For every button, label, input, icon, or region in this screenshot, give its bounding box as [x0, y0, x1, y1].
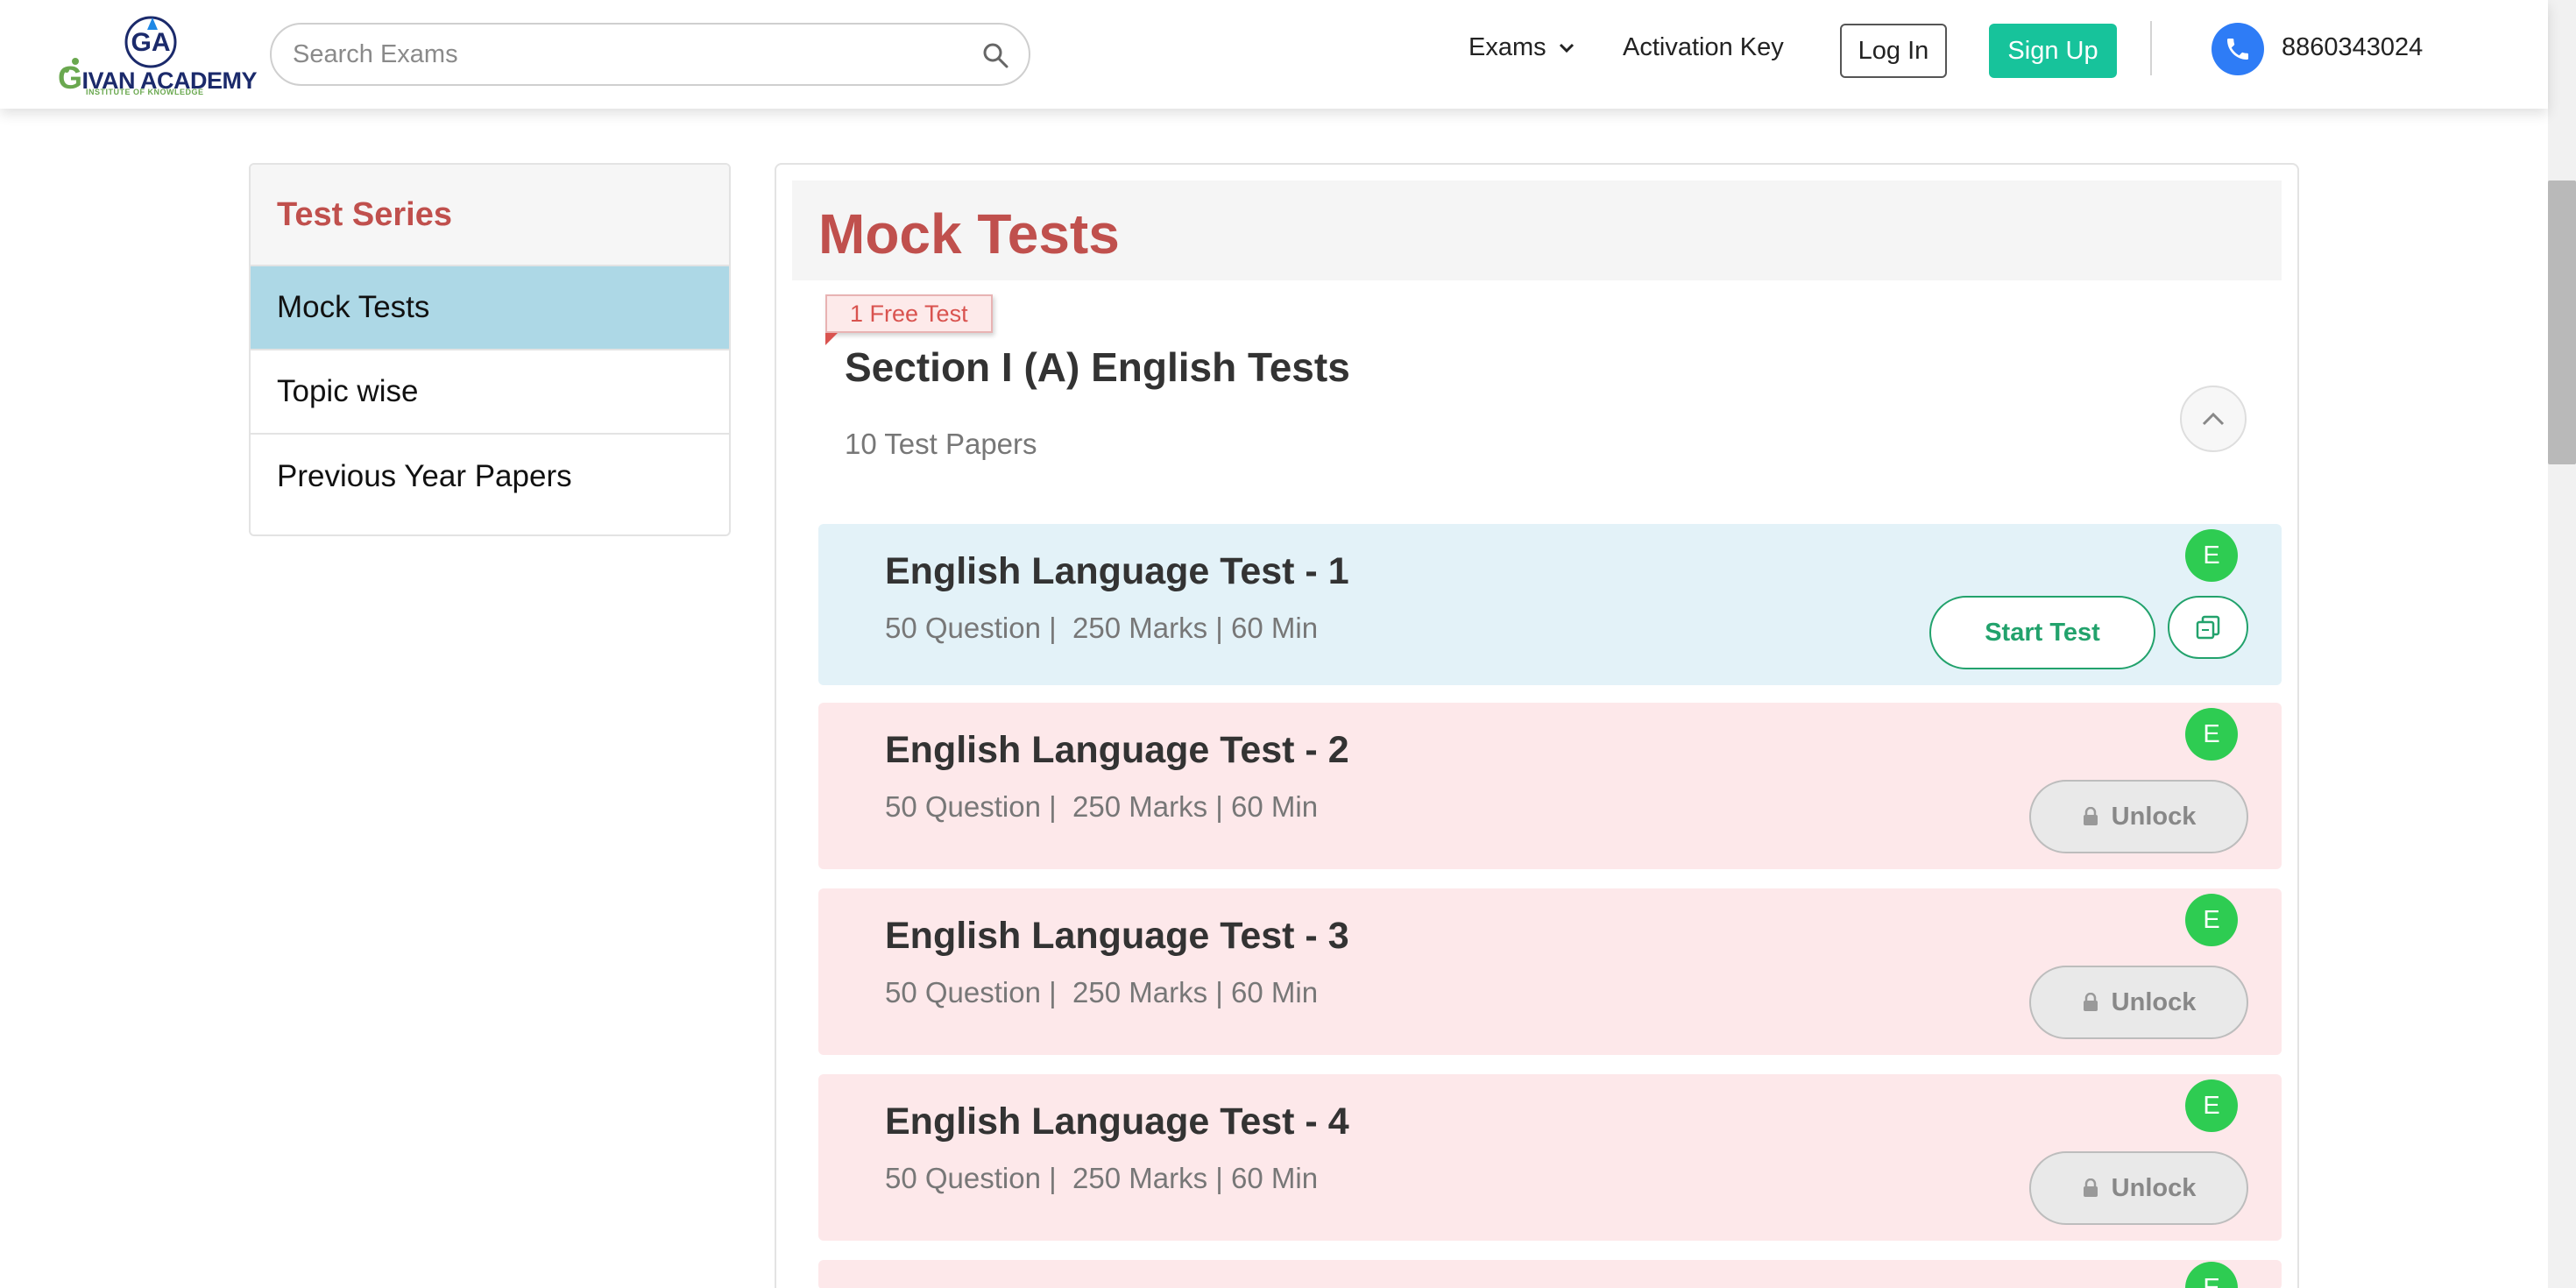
search-box[interactable]	[270, 23, 1030, 86]
unlock-label: Unlock	[2111, 802, 2197, 831]
sidebar-title: Test Series	[277, 195, 452, 233]
test-card-1: English Language Test - 1 50 Question | …	[818, 524, 2282, 685]
test-card-5: E	[818, 1260, 2282, 1288]
page-title: Mock Tests	[818, 202, 1120, 265]
test-name: English Language Test - 1	[885, 550, 1349, 592]
nav-exams-dropdown[interactable]: Exams	[1468, 33, 1575, 62]
language-badge: E	[2185, 1079, 2238, 1132]
free-test-ribbon: 1 Free Test	[825, 294, 993, 333]
test-name: English Language Test - 3	[885, 915, 1349, 957]
unlock-button[interactable]: Unlock	[2029, 966, 2248, 1039]
phone-icon[interactable]	[2212, 23, 2264, 75]
language-badge: E	[2185, 1262, 2238, 1288]
copy-icon	[2196, 615, 2220, 640]
lock-icon	[2083, 993, 2098, 1011]
signup-button[interactable]: Sign Up	[1989, 24, 2117, 78]
test-meta: 50 Question | 250 Marks | 60 Min	[885, 976, 1319, 1008]
test-name: English Language Test - 2	[885, 729, 1349, 771]
test-series-sidebar: Test Series Mock Tests Topic wise Previo…	[249, 163, 731, 536]
copy-icon-button[interactable]	[2168, 596, 2248, 659]
collapse-section-button[interactable]	[2180, 386, 2247, 452]
unlock-button[interactable]: Unlock	[2029, 1151, 2248, 1225]
test-name: English Language Test - 4	[885, 1100, 1349, 1143]
givan-academy-logo[interactable]: GA GIVAN ACADEMY INSTITUTE OF KNOWLEDGE	[54, 12, 258, 100]
unlock-label: Unlock	[2111, 1173, 2197, 1202]
language-badge: E	[2185, 529, 2238, 582]
phone-number[interactable]: 8860343024	[2282, 33, 2423, 62]
section-title: Section I (A) English Tests	[845, 344, 1350, 390]
nav-exams-label: Exams	[1468, 33, 1546, 61]
header-divider	[2150, 21, 2152, 75]
sidebar-item-previous-year-papers[interactable]: Previous Year Papers	[251, 435, 729, 519]
language-badge: E	[2185, 894, 2238, 946]
lock-icon	[2083, 807, 2098, 825]
chevron-down-icon	[1559, 43, 1574, 53]
svg-text:GA: GA	[131, 28, 171, 57]
sidebar-item-topic-wise[interactable]: Topic wise	[251, 350, 729, 435]
test-card-4: English Language Test - 4 50 Question | …	[818, 1074, 2282, 1241]
language-badge: E	[2185, 708, 2238, 761]
start-test-button[interactable]: Start Test	[1929, 596, 2155, 669]
test-meta: 50 Question | 250 Marks | 60 Min	[885, 790, 1319, 823]
sidebar-header: Test Series	[251, 165, 729, 266]
logo-tagline: INSTITUTE OF KNOWLEDGE	[86, 88, 204, 96]
unlock-button[interactable]: Unlock	[2029, 780, 2248, 853]
nav-activation-key[interactable]: Activation Key	[1623, 33, 1784, 62]
main-title-bar: Mock Tests	[792, 180, 2282, 280]
test-card-3: English Language Test - 3 50 Question | …	[818, 888, 2282, 1055]
search-input[interactable]	[293, 37, 959, 72]
ribbon-fold	[825, 333, 838, 345]
test-meta: 50 Question | 250 Marks | 60 Min	[885, 612, 1319, 644]
section-test-count: 10 Test Papers	[845, 428, 1037, 460]
test-card-2: English Language Test - 2 50 Question | …	[818, 703, 2282, 869]
search-icon[interactable]	[981, 41, 1009, 69]
top-header: GA GIVAN ACADEMY INSTITUTE OF KNOWLEDGE …	[0, 0, 2548, 109]
main-panel: Mock Tests 1 Free Test Section I (A) Eng…	[775, 163, 2299, 1288]
login-button[interactable]: Log In	[1840, 24, 1947, 78]
lock-icon	[2083, 1178, 2098, 1197]
chevron-up-icon	[2202, 412, 2225, 426]
page-scrollbar-thumb[interactable]	[2548, 180, 2576, 464]
sidebar-item-mock-tests[interactable]: Mock Tests	[251, 266, 729, 350]
unlock-label: Unlock	[2111, 987, 2197, 1016]
test-meta: 50 Question | 250 Marks | 60 Min	[885, 1162, 1319, 1194]
